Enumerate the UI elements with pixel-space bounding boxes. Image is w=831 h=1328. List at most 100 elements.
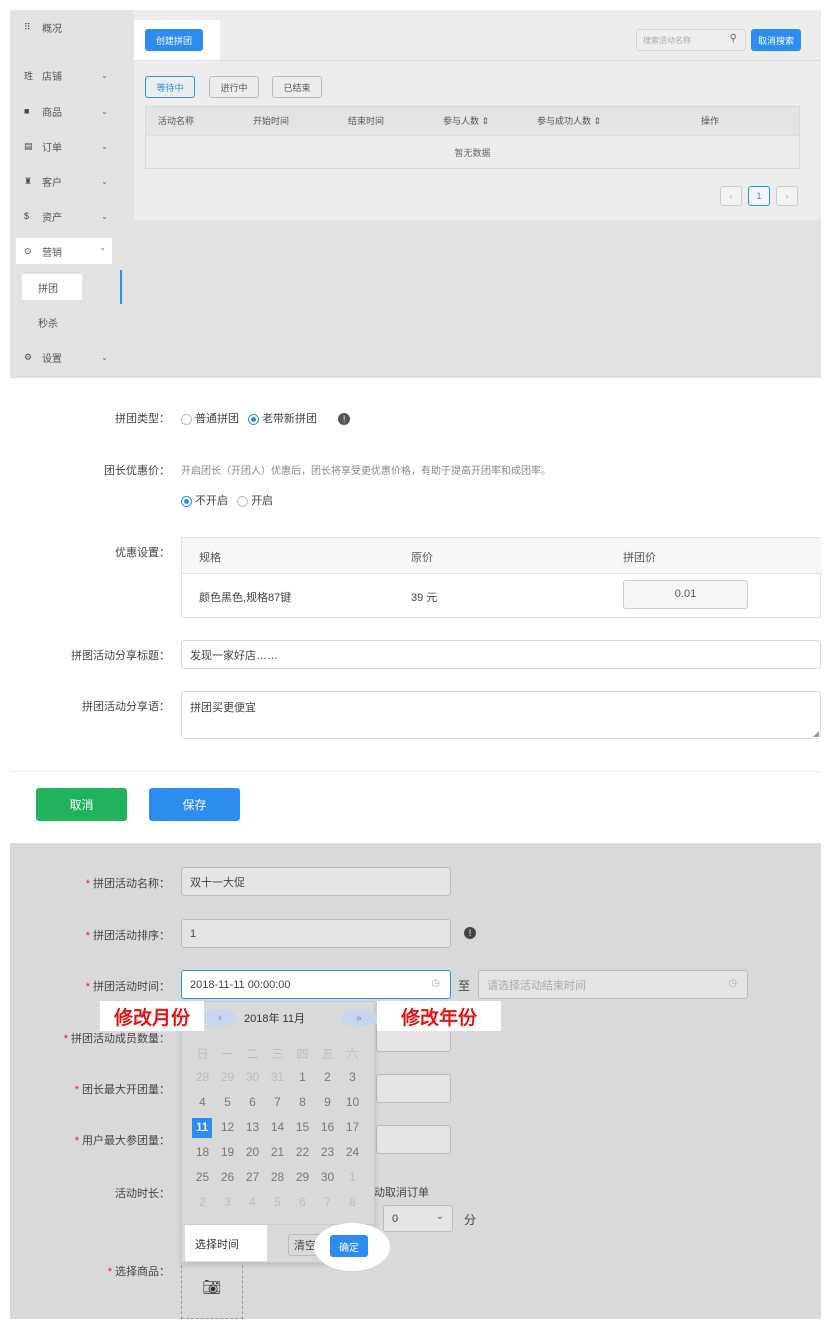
calendar-day[interactable]: 3 xyxy=(340,1070,365,1084)
calendar-day[interactable]: 25 xyxy=(190,1170,215,1184)
select-time-button[interactable]: 选择时间 xyxy=(195,1236,239,1252)
calendar-day[interactable]: 29 xyxy=(290,1170,315,1184)
sidebar-item-label: 拼团 xyxy=(38,283,58,295)
calendar-day[interactable]: 27 xyxy=(240,1170,265,1184)
sidebar-item-8[interactable]: 秒杀 xyxy=(10,309,122,335)
calendar-day[interactable]: 6 xyxy=(240,1095,265,1109)
calendar-day[interactable]: 8 xyxy=(290,1095,315,1109)
cancel-search-button[interactable]: 取消搜索 xyxy=(751,29,801,51)
calendar-day[interactable]: 22 xyxy=(290,1145,315,1159)
activity-sort-label: * 拼团活动排序： xyxy=(85,930,170,942)
create-group-button[interactable]: 创建拼团 xyxy=(145,29,203,51)
calendar-day[interactable]: 10 xyxy=(340,1095,365,1109)
calendar-day[interactable]: 9 xyxy=(315,1095,340,1109)
sidebar-item-2[interactable]: ■ 商品 ⌄ xyxy=(10,98,122,124)
activity-name-input[interactable]: 双十一大促 xyxy=(181,867,451,896)
confirm-button[interactable]: 确定 xyxy=(330,1235,368,1257)
group-price-input[interactable]: 0.01 xyxy=(623,580,748,609)
table-header-4[interactable]: 参与成功人数 ⇕ xyxy=(537,107,601,135)
pagination-next[interactable]: › xyxy=(776,186,798,206)
calendar-day[interactable]: 17 xyxy=(340,1120,365,1134)
max-open-input[interactable] xyxy=(376,1074,451,1103)
sidebar-item-label: 资产 xyxy=(42,212,62,224)
calendar-day[interactable]: 30 xyxy=(240,1070,265,1084)
table-header-3[interactable]: 参与人数 ⇕ xyxy=(443,107,489,135)
sidebar-item-1[interactable]: 珄店铺 ⌄ xyxy=(10,62,122,88)
members-label: * 拼团活动成员数量： xyxy=(63,1033,170,1045)
activity-sort-input[interactable]: 1 xyxy=(181,919,451,948)
calendar-day[interactable]: 4 xyxy=(240,1195,265,1209)
pagination-prev[interactable]: ‹ xyxy=(720,186,742,206)
calendar-day[interactable]: 21 xyxy=(265,1145,290,1159)
sidebar-item-5[interactable]: $ 资产 ⌄ xyxy=(10,203,122,229)
pagination-page-1[interactable]: 1 xyxy=(748,186,770,206)
calendar-day[interactable]: 28 xyxy=(265,1170,290,1184)
calendar-day[interactable]: 13 xyxy=(240,1120,265,1134)
share-text-textarea[interactable]: 拼团买更便宜 ◢ xyxy=(181,691,821,739)
sidebar-item-label: 订单 xyxy=(42,142,62,154)
save-button[interactable]: 保存 xyxy=(149,788,240,821)
radio-normal-group[interactable]: 普通拼团 xyxy=(181,413,239,425)
resize-handle-icon[interactable]: ◢ xyxy=(813,729,819,738)
status-tab-0[interactable]: 等待中 xyxy=(145,76,195,98)
calendar-day[interactable]: 29 xyxy=(215,1070,240,1084)
calendar-day[interactable]: 6 xyxy=(290,1195,315,1209)
calendar-day[interactable]: 31 xyxy=(265,1070,290,1084)
help-icon[interactable]: ! xyxy=(338,413,351,426)
tabs-divider xyxy=(134,60,821,61)
sidebar-item-4[interactable]: ♜ 客户 ⌄ xyxy=(10,168,122,194)
calendar-day[interactable]: 28 xyxy=(190,1070,215,1084)
calendar-day[interactable]: 20 xyxy=(240,1145,265,1159)
chevron-down-icon: ⌄ xyxy=(101,106,108,116)
calendar-day[interactable]: 16 xyxy=(315,1120,340,1134)
calendar-day[interactable]: 5 xyxy=(215,1095,240,1109)
goods-upload[interactable]: 📷︎ xyxy=(181,1255,243,1319)
calendar-day[interactable]: 24 xyxy=(340,1145,365,1159)
calendar-day[interactable]: 1 xyxy=(340,1170,365,1184)
calendar-day[interactable]: 12 xyxy=(215,1120,240,1134)
status-tab-1[interactable]: 进行中 xyxy=(209,76,259,98)
sort-help-icon[interactable]: ! xyxy=(464,927,476,939)
calendar-day[interactable]: 23 xyxy=(315,1145,340,1159)
selected-day-label[interactable]: 11 xyxy=(192,1120,212,1134)
radio-referral-group[interactable]: 老带新拼团 xyxy=(248,413,317,425)
sidebar-item-7[interactable]: 拼团 xyxy=(22,274,82,300)
start-time-input[interactable]: 2018-11-11 00:00:00 ◷ xyxy=(181,970,451,999)
cancel-button[interactable]: 取消 xyxy=(36,788,127,821)
radio-leader-off[interactable]: 不开启 xyxy=(181,495,228,507)
next-year-button[interactable]: » xyxy=(341,1009,377,1027)
calendar-day[interactable]: 26 xyxy=(215,1170,240,1184)
panel-time-picker: * 拼团活动名称： 双十一大促 * 拼团活动排序： 1 ! * 拼团活动时间： 201… xyxy=(10,843,821,1319)
calendar-day[interactable]: 2 xyxy=(315,1070,340,1084)
share-title-input[interactable]: 发现一家好店…… xyxy=(181,640,821,669)
calendar-day[interactable]: 7 xyxy=(265,1095,290,1109)
calendar-day[interactable]: 4 xyxy=(190,1095,215,1109)
calendar-day[interactable]: 1 xyxy=(290,1070,315,1084)
status-tab-2[interactable]: 已结束 xyxy=(272,76,322,98)
sidebar-item-0[interactable]: ⠿ 概况 xyxy=(10,14,122,40)
minute-select[interactable]: 0 ⌄ xyxy=(383,1205,453,1232)
annotation-modify-month: 修改月份 xyxy=(100,1001,204,1031)
calendar-day[interactable]: 7 xyxy=(315,1195,340,1209)
sidebar-item-6[interactable]: ⊙ 营销 ⌃ xyxy=(16,238,112,264)
prev-month-button[interactable]: ‹ xyxy=(204,1009,236,1027)
max-join-input[interactable] xyxy=(376,1125,451,1154)
search-input[interactable]: 搜索活动名称 ⚲ xyxy=(636,29,746,51)
camera-icon: 📷︎ xyxy=(202,1279,222,1296)
calendar-day[interactable]: 5 xyxy=(265,1195,290,1209)
sidebar-item-3[interactable]: ▤ 订单 ⌄ xyxy=(10,133,122,159)
end-time-input[interactable]: 请选择活动结束时间 ◷ xyxy=(478,970,748,999)
calendar-day[interactable]: 3 xyxy=(215,1195,240,1209)
calendar-day[interactable]: 8 xyxy=(340,1195,365,1209)
calendar-day[interactable]: 2 xyxy=(190,1195,215,1209)
header-price: 原价 xyxy=(411,552,433,564)
calendar-day[interactable]: 18 xyxy=(190,1145,215,1159)
calendar-day[interactable]: 14 xyxy=(265,1120,290,1134)
radio-leader-on[interactable]: 开启 xyxy=(237,495,273,507)
calendar-day[interactable]: 30 xyxy=(315,1170,340,1184)
header-spec: 规格 xyxy=(199,552,221,564)
calendar-day[interactable]: 15 xyxy=(290,1120,315,1134)
chevron-down-icon: ⌄ xyxy=(101,176,108,186)
sidebar-item-9[interactable]: ⚙ 设置 ⌄ xyxy=(10,344,122,370)
calendar-day[interactable]: 19 xyxy=(215,1145,240,1159)
